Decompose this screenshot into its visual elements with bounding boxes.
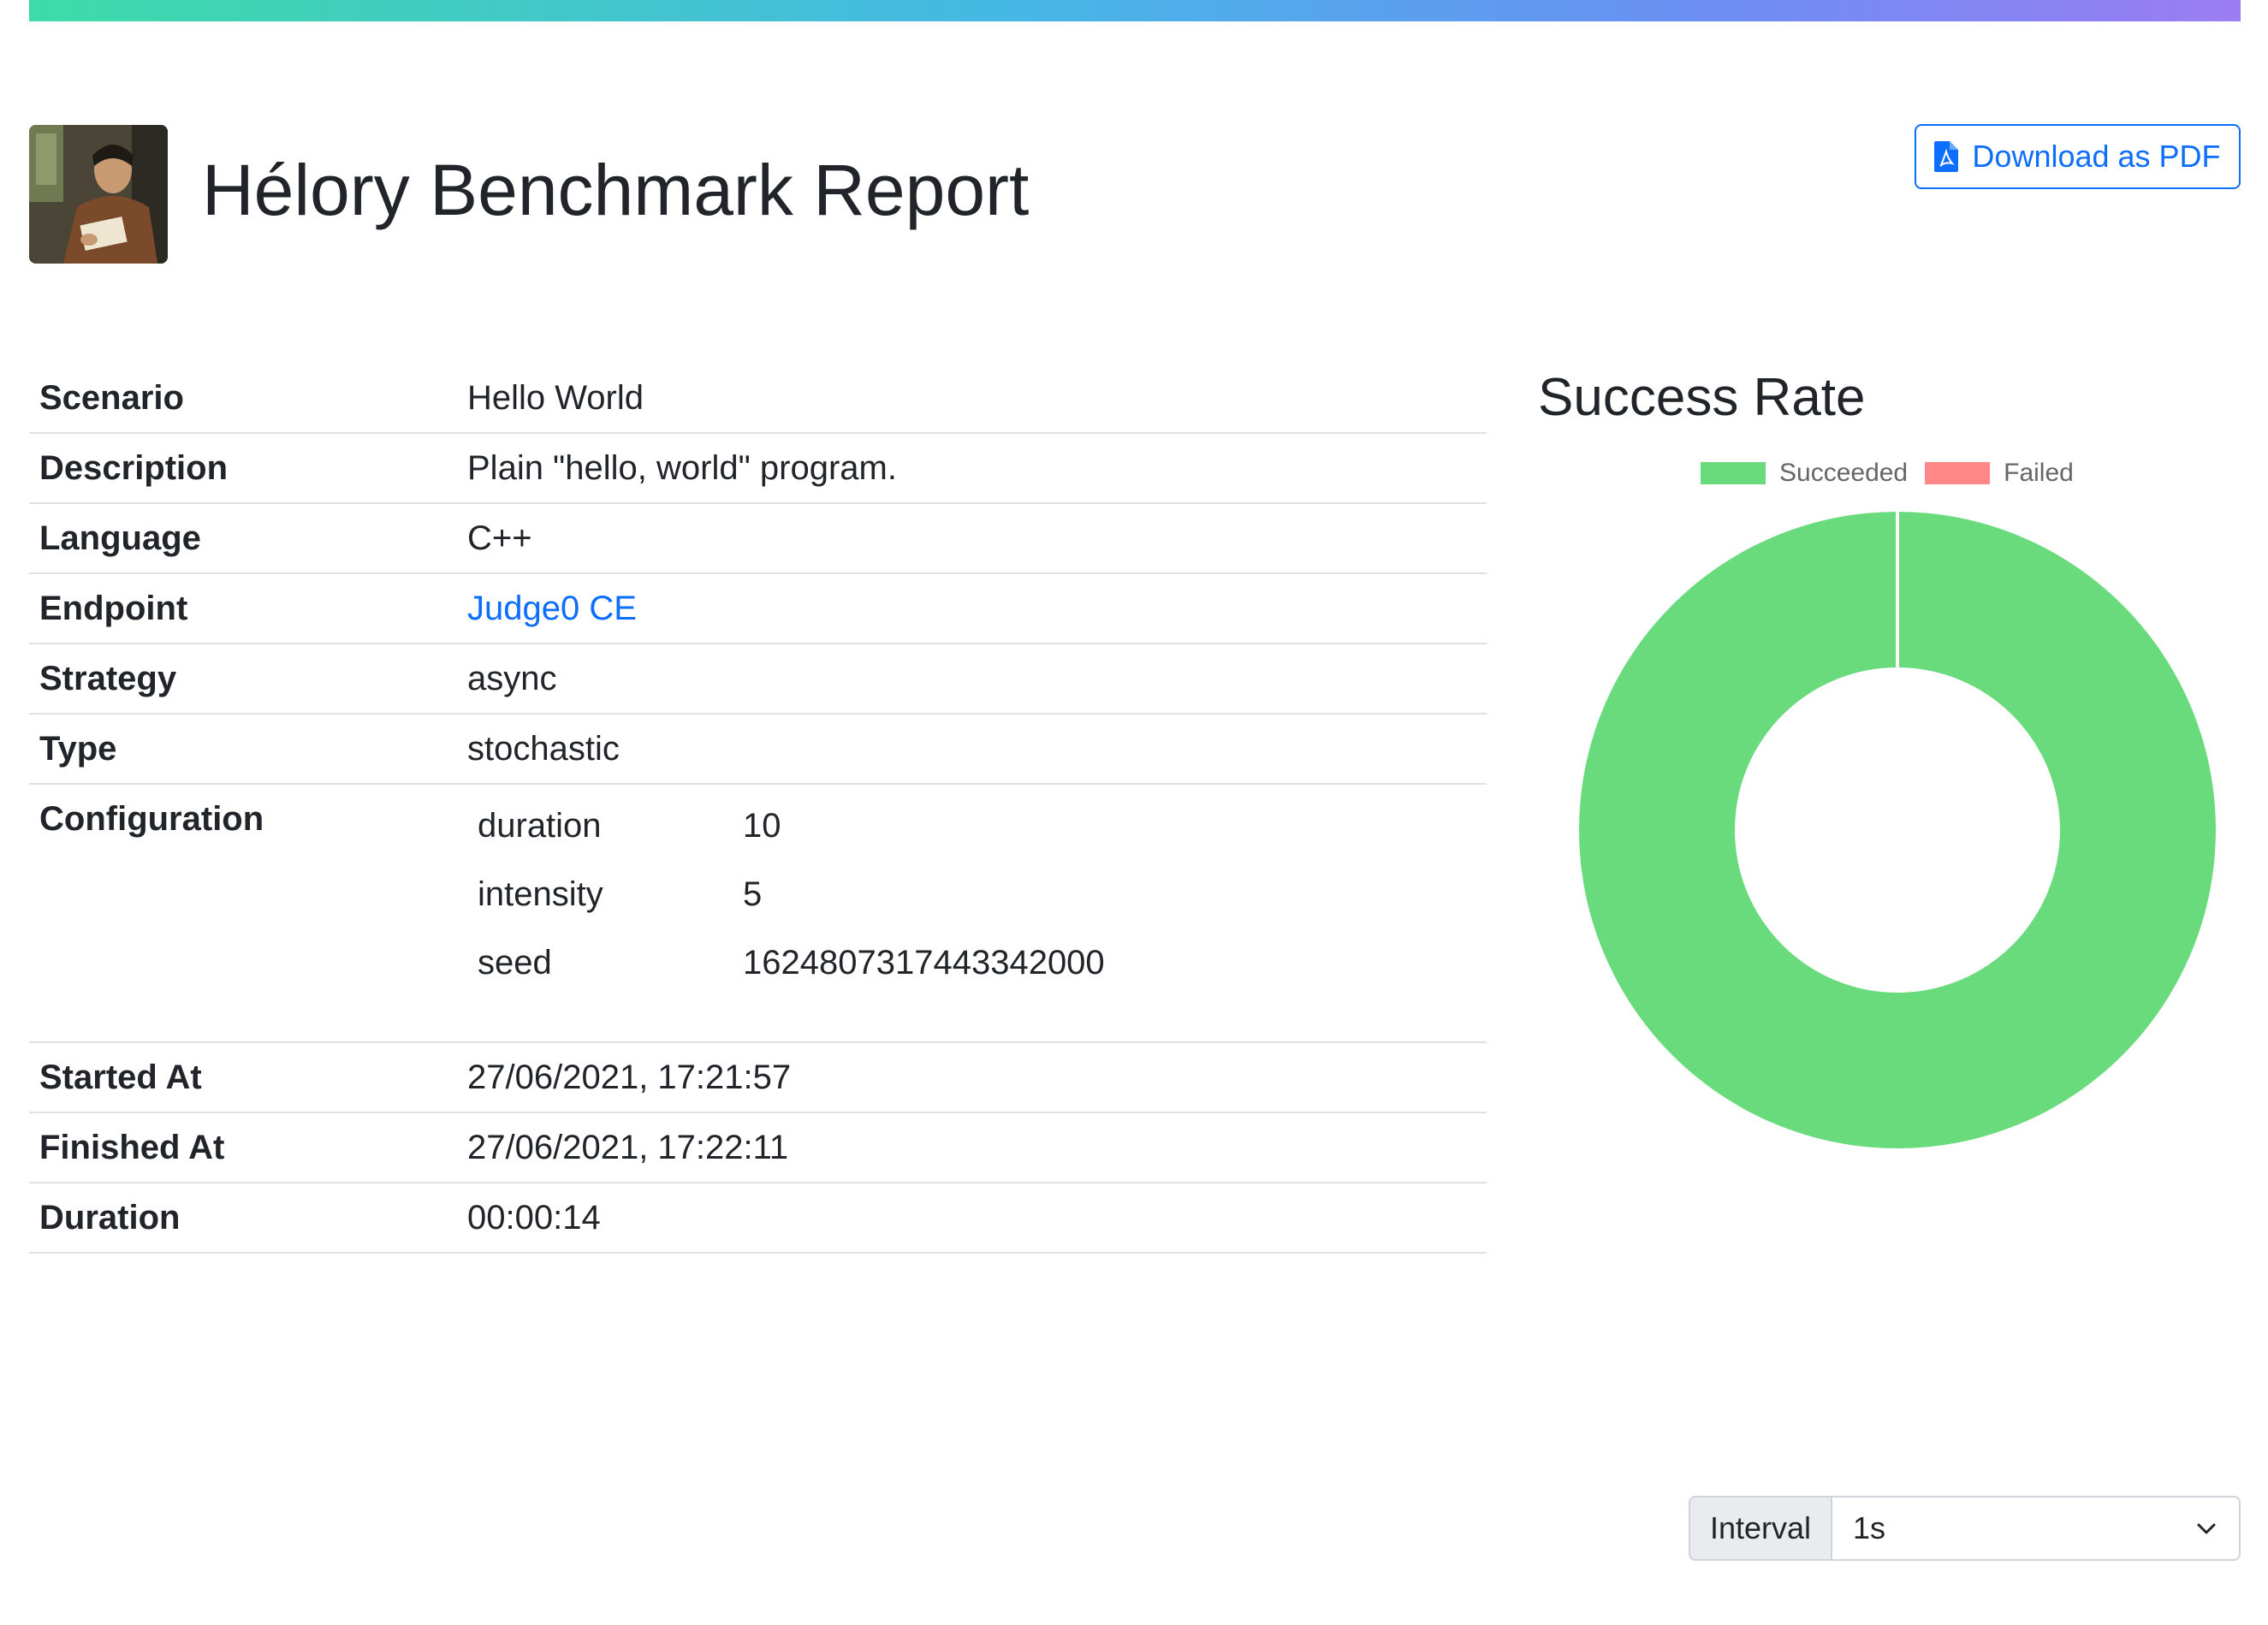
page-title: Hélory Benchmark Report [202,150,1030,230]
avatar [29,125,168,264]
started-at-value: 27/06/2021, 17:21:57 [467,1059,792,1096]
success-rate-donut-chart [1579,512,2216,1148]
strategy-value: async [467,660,557,697]
file-pdf-icon [1934,141,1959,172]
config-key: intensity [478,875,603,913]
config-value: 10 [743,807,781,845]
legend-label-succeeded: Succeeded [1779,459,1909,487]
endpoint-label: Endpoint [39,590,188,627]
interval-select-value: 1s [1853,1510,1886,1545]
table-row-type: Type stochastic [29,715,1487,785]
configuration-label: Configuration [39,800,264,838]
config-item: duration 10 [467,792,1487,860]
config-value: 1624807317443342000 [743,944,1105,982]
legend-swatch-failed [1925,462,1991,484]
config-key: seed [478,944,552,982]
legend-item-failed[interactable]: Failed [1925,459,2074,488]
table-row-strategy: Strategy async [29,644,1487,715]
finished-at-label: Finished At [39,1129,225,1166]
duration-label: Duration [39,1199,181,1237]
strategy-label: Strategy [39,660,177,697]
table-row-finished-at: Finished At 27/06/2021, 17:22:11 [29,1113,1487,1183]
config-value: 5 [743,875,763,913]
table-row-configuration: Configuration duration 10 intensity 5 se… [29,785,1487,1043]
type-value: stochastic [467,730,620,768]
scenario-label: Scenario [39,379,184,417]
chevron-down-icon [2197,1523,2216,1534]
table-row-scenario: Scenario Hello World [29,364,1487,434]
scenario-value: Hello World [467,379,644,417]
language-value: C++ [467,519,532,557]
legend-label-failed: Failed [2004,459,2074,487]
download-pdf-label: Download as PDF [1972,139,2221,174]
interval-select[interactable]: 1s [1831,1496,2241,1561]
type-label: Type [39,730,117,768]
legend-item-succeeded[interactable]: Succeeded [1701,459,1908,488]
chart-legend: Succeeded Failed [1701,459,2091,488]
description-label: Description [39,449,229,487]
started-at-label: Started At [39,1059,202,1096]
table-row-description: Description Plain "hello, world" program… [29,434,1487,504]
finished-at-value: 27/06/2021, 17:22:11 [467,1129,789,1166]
benchmark-details-table: Scenario Hello World Description Plain "… [29,364,1487,1254]
config-item: seed 1624807317443342000 [467,928,1487,997]
description-value: Plain "hello, world" program. [467,449,897,487]
language-label: Language [39,519,201,557]
chart-title: Success Rate [1538,368,1866,427]
config-item: intensity 5 [467,860,1487,928]
download-pdf-button[interactable]: Download as PDF [1915,124,2241,189]
duration-value: 00:00:14 [467,1199,601,1237]
config-key: duration [478,807,602,845]
top-gradient-bar [29,0,2241,21]
table-row-endpoint: Endpoint Judge0 CE [29,574,1487,644]
table-row-started-at: Started At 27/06/2021, 17:21:57 [29,1043,1487,1113]
interval-label: Interval [1689,1496,1831,1561]
endpoint-link[interactable]: Judge0 CE [467,590,637,627]
table-row-language: Language C++ [29,504,1487,574]
legend-swatch-succeeded [1701,462,1766,484]
interval-control: Interval 1s [1689,1496,2241,1561]
configuration-list: duration 10 intensity 5 seed 16248073174… [467,785,1487,1041]
table-row-duration: Duration 00:00:14 [29,1183,1487,1254]
